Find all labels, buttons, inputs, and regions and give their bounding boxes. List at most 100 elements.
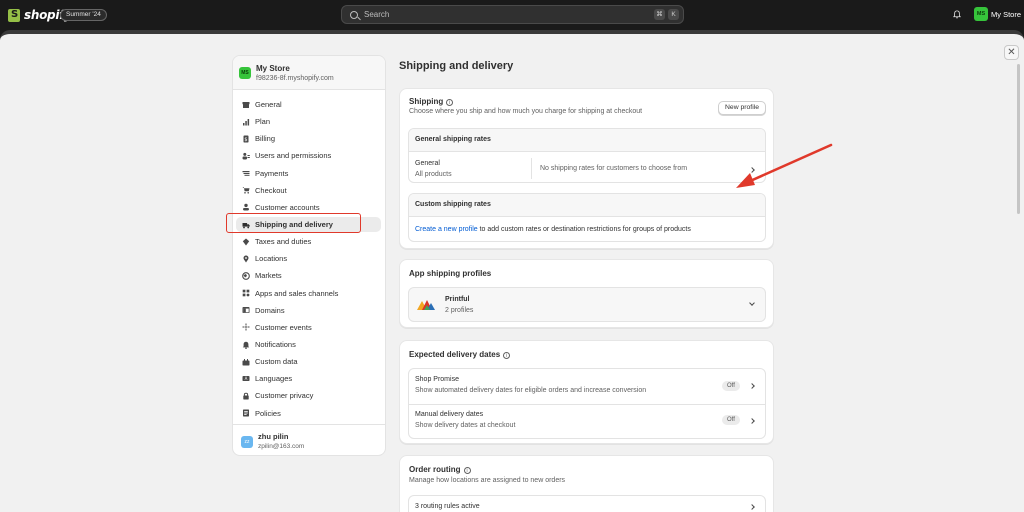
tax-icon <box>242 238 250 246</box>
globe-icon <box>242 272 250 280</box>
settings-panel: ✕ MS My Store f98236-8f.myshopify.com Ge… <box>0 30 1024 512</box>
bell-icon <box>242 341 250 349</box>
sidebar-item-label: Policies <box>255 408 281 418</box>
shipping-title-text: Shipping <box>409 97 444 106</box>
store-name-top[interactable]: My Store <box>991 10 1021 19</box>
sidebar-item-label: Plan <box>255 117 271 127</box>
app-profiles-title: App shipping profiles <box>409 269 492 278</box>
shipping-subtitle: Choose where you ship and how much you c… <box>409 108 643 115</box>
general-rates-box: General shipping rates General All produ… <box>408 128 766 183</box>
store-header[interactable]: MS My Store f98236-8f.myshopify.com <box>233 56 385 90</box>
sidebar-item-notifications[interactable]: Notifications <box>233 336 385 353</box>
close-button[interactable]: ✕ <box>1004 45 1019 60</box>
info-icon[interactable]: i <box>463 467 471 474</box>
sidebar-item-locations[interactable]: Locations <box>233 250 385 267</box>
data-icon <box>242 358 250 366</box>
sidebar-item-label: Notifications <box>255 340 296 350</box>
settings-nav: General Plan $ Billing Users and permissions… <box>233 96 385 422</box>
sidebar-item-users-and-permissions[interactable]: Users and permissions <box>233 147 385 164</box>
printful-profiles-count: 2 profiles <box>445 307 474 314</box>
sidebar-item-label: Apps and sales channels <box>255 288 339 298</box>
sidebar-item-custom-data[interactable]: Custom data <box>233 353 385 370</box>
printful-row[interactable]: Printful 2 profiles <box>408 287 766 322</box>
cart-icon <box>242 187 250 194</box>
general-rates-header: General shipping rates <box>409 129 765 152</box>
sidebar-item-billing[interactable]: $ Billing <box>233 130 385 147</box>
cmd-key-hint: ⌘ <box>654 9 665 20</box>
apps-icon <box>242 289 250 297</box>
order-routing-title: Order routing i <box>409 465 471 474</box>
store-icon <box>242 101 250 108</box>
user-name: zhu pilin <box>258 432 289 441</box>
order-routing-card: Order routing i Manage how locations are … <box>399 455 774 512</box>
annotation-arrow <box>736 143 833 188</box>
search-input[interactable]: Search ⌘ K <box>341 5 684 24</box>
location-icon <box>243 255 249 263</box>
policy-icon <box>243 409 249 417</box>
row-divider <box>531 158 532 179</box>
printful-logo-icon <box>417 300 435 310</box>
sidebar-item-label: Customer accounts <box>255 202 320 212</box>
order-routing-subtitle: Manage how locations are assigned to new… <box>409 477 566 484</box>
user-footer[interactable]: zz zhu pilin zpilin@163.com <box>233 424 385 455</box>
routing-rules-row[interactable]: 3 routing rules active <box>408 495 766 512</box>
sidebar-item-label: Taxes and duties <box>255 237 312 247</box>
sidebar-item-payments[interactable]: Payments <box>233 165 385 182</box>
chevron-down-icon[interactable] <box>749 300 755 306</box>
store-avatar-small: MS <box>239 67 251 79</box>
manual-dates-status-badge: Off <box>722 415 740 425</box>
store-domain: f98236-8f.myshopify.com <box>256 75 334 82</box>
shopify-bag-icon <box>8 8 20 22</box>
sidebar-item-plan[interactable]: Plan <box>233 113 385 130</box>
order-routing-title-text: Order routing <box>409 465 461 474</box>
bell-icon[interactable] <box>953 10 961 19</box>
sidebar-item-label: General <box>255 100 282 110</box>
info-icon[interactable]: i <box>446 99 454 106</box>
edition-badge[interactable]: Summer '24 <box>60 9 107 21</box>
plan-icon <box>243 118 250 126</box>
sidebar-item-customer-events[interactable]: Customer events <box>233 319 385 336</box>
shipping-title: Shipping i <box>409 97 454 106</box>
general-profile-title: General <box>415 160 440 167</box>
user-avatar: zz <box>241 436 253 448</box>
custom-rates-rest: to add custom rates or destination restr… <box>477 226 691 233</box>
sidebar-item-label: Users and permissions <box>255 151 332 161</box>
sidebar-item-label: Custom data <box>255 357 298 367</box>
sidebar-item-label: Checkout <box>255 185 287 195</box>
sidebar-item-label: Shipping and delivery <box>255 220 333 230</box>
custom-rates-header-text: Custom shipping rates <box>415 201 491 208</box>
delivery-dates-list: Shop Promise Show automated delivery dat… <box>408 368 766 439</box>
chevron-right-icon <box>749 504 755 510</box>
store-avatar[interactable]: MS <box>974 7 988 21</box>
sidebar-item-general[interactable]: General <box>233 96 385 113</box>
scrollbar[interactable] <box>1017 64 1020 214</box>
create-profile-link[interactable]: Create a new profile <box>415 226 478 233</box>
info-icon[interactable]: i <box>503 352 511 359</box>
truck-icon <box>242 222 250 228</box>
k-key-hint: K <box>668 9 679 20</box>
search-placeholder: Search <box>364 10 390 19</box>
app-profiles-card: App shipping profiles Printful 2 profile… <box>399 259 774 328</box>
sidebar-item-checkout[interactable]: Checkout <box>233 182 385 199</box>
billing-icon: $ <box>243 135 249 143</box>
sidebar-item-taxes-and-duties[interactable]: Taxes and duties <box>233 233 385 250</box>
users-icon <box>242 152 250 160</box>
sidebar-item-policies[interactable]: Policies <box>233 405 385 422</box>
delivery-dates-card: Expected delivery dates i Shop Promise Sh… <box>399 340 774 444</box>
sidebar-item-label: Customer events <box>255 322 312 332</box>
sidebar-item-customer-privacy[interactable]: Customer privacy <box>233 387 385 404</box>
lock-icon <box>243 392 249 400</box>
sidebar-item-languages[interactable]: A Languages <box>233 370 385 387</box>
svg-text:$: $ <box>244 137 247 143</box>
new-profile-button[interactable]: New profile <box>718 101 766 115</box>
shop-promise-status-badge: Off <box>722 381 740 391</box>
store-name: My Store <box>256 64 290 73</box>
chevron-right-icon <box>749 418 755 424</box>
sidebar-item-domains[interactable]: Domains <box>233 302 385 319</box>
shop-promise-sub: Show automated delivery dates for eligib… <box>415 387 647 394</box>
sidebar-item-apps-and-sales-channels[interactable]: Apps and sales channels <box>233 285 385 302</box>
custom-rates-header: Custom shipping rates <box>409 194 765 217</box>
sidebar-item-markets[interactable]: Markets <box>233 267 385 284</box>
general-profile-status: No shipping rates for customers to choos… <box>540 165 688 172</box>
sidebar-item-label: Billing <box>255 134 276 144</box>
